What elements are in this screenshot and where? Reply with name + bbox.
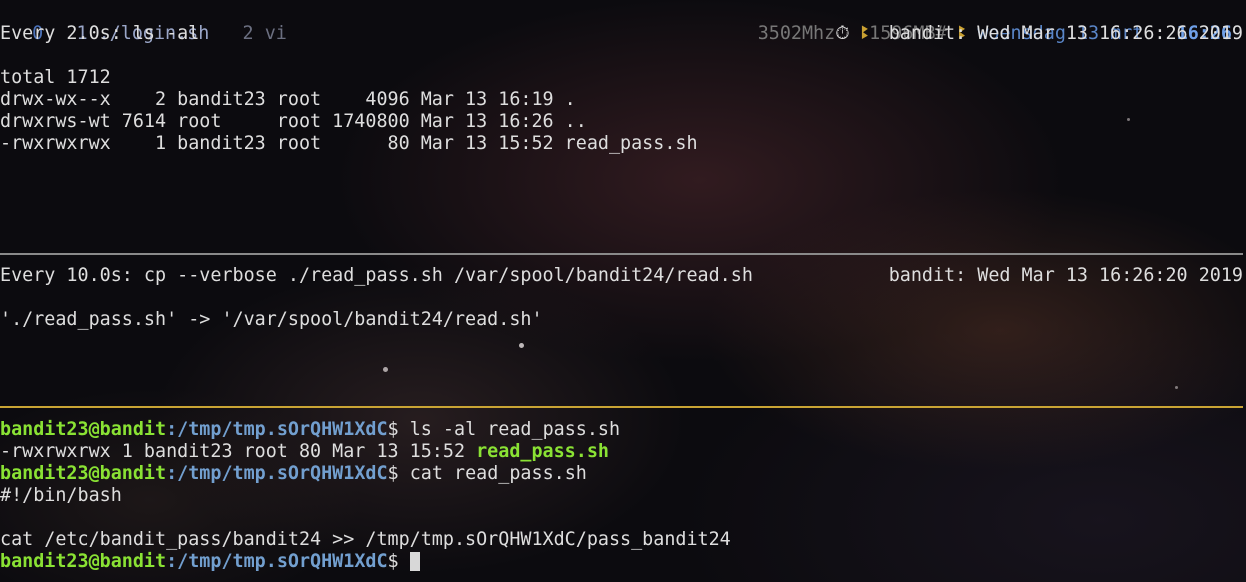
prompt-user: bandit23@bandit (0, 463, 167, 484)
shell-input-line[interactable]: bandit23@bandit:/tmp/tmp.sOrQHW1XdC$ (0, 551, 420, 573)
tmux-window-2[interactable]: 2 vi (243, 23, 287, 44)
tmux-status-right: 3502Mhz⏱ ꔪ1596MB# ꔪ woensdag 13 mrt 16:2… (736, 1, 1232, 44)
shell-command: cat read_pass.sh (409, 463, 587, 484)
pane1-output-line: drwx-wx--x 2 bandit23 root 4096 Mar 13 1… (0, 89, 576, 110)
pane1-watch-header: Every 2.0s: ls -al (0, 23, 200, 44)
pane1-output-line: -rwxrwxrwx 1 bandit23 root 80 Mar 13 15:… (0, 133, 698, 154)
pane1-output-line: total 1712 (0, 67, 111, 88)
star-decoration (1127, 118, 1130, 121)
prompt-path: :/tmp/tmp.sOrQHW1XdC (166, 419, 388, 440)
shell-output-line: cat /etc/bandit_pass/bandit24 >> /tmp/tm… (0, 529, 731, 550)
ls-output-filename: read_pass.sh (476, 441, 609, 462)
star-decoration (383, 367, 388, 372)
shell-output-line: #!/bin/bash (0, 485, 122, 506)
pane1-watch-timestamp: bandit: Wed Mar 13 16:26:26 2019 (888, 23, 1243, 44)
prompt-symbol: $ (387, 463, 410, 484)
text-cursor (409, 552, 420, 571)
prompt-path: :/tmp/tmp.sOrQHW1XdC (166, 551, 388, 572)
pane2-watch-timestamp: bandit: Wed Mar 13 16:26:20 2019 (888, 265, 1243, 286)
pane-divider[interactable] (0, 253, 1243, 255)
pane2-output-line: './read_pass.sh' -> '/var/spool/bandit24… (0, 309, 543, 330)
prompt-symbol: $ (387, 551, 410, 572)
pane1-output-line: drwxrws-wt 7614 root root 1740800 Mar 13… (0, 111, 587, 132)
pane2-watch-header: Every 10.0s: cp --verbose ./read_pass.sh… (0, 265, 753, 286)
cpu-frequency: 3502Mhz (757, 23, 836, 44)
shell-command: ls -al read_pass.sh (409, 419, 621, 440)
prompt-user: bandit23@bandit (0, 551, 167, 572)
shell-line: bandit23@bandit:/tmp/tmp.sOrQHW1XdC$ ls … (0, 419, 620, 441)
active-pane-divider[interactable] (0, 406, 1243, 408)
prompt-user: bandit23@bandit (0, 419, 167, 440)
tmux-window-list: 0 1 ./login.sh 2 vi (10, 1, 287, 44)
shell-output-line: -rwxrwxrwx 1 bandit23 root 80 Mar 13 15:… (0, 441, 609, 463)
separator-icon: ꔪ (860, 23, 870, 44)
shell-line: bandit23@bandit:/tmp/tmp.sOrQHW1XdC$ cat… (0, 463, 587, 485)
stopwatch-icon: ⏱ (835, 23, 850, 44)
star-decoration (1175, 386, 1178, 389)
prompt-symbol: $ (387, 419, 410, 440)
ls-output-text: -rwxrwxrwx 1 bandit23 root 80 Mar 13 15:… (0, 441, 477, 462)
prompt-path: :/tmp/tmp.sOrQHW1XdC (166, 463, 388, 484)
star-decoration (519, 343, 524, 348)
